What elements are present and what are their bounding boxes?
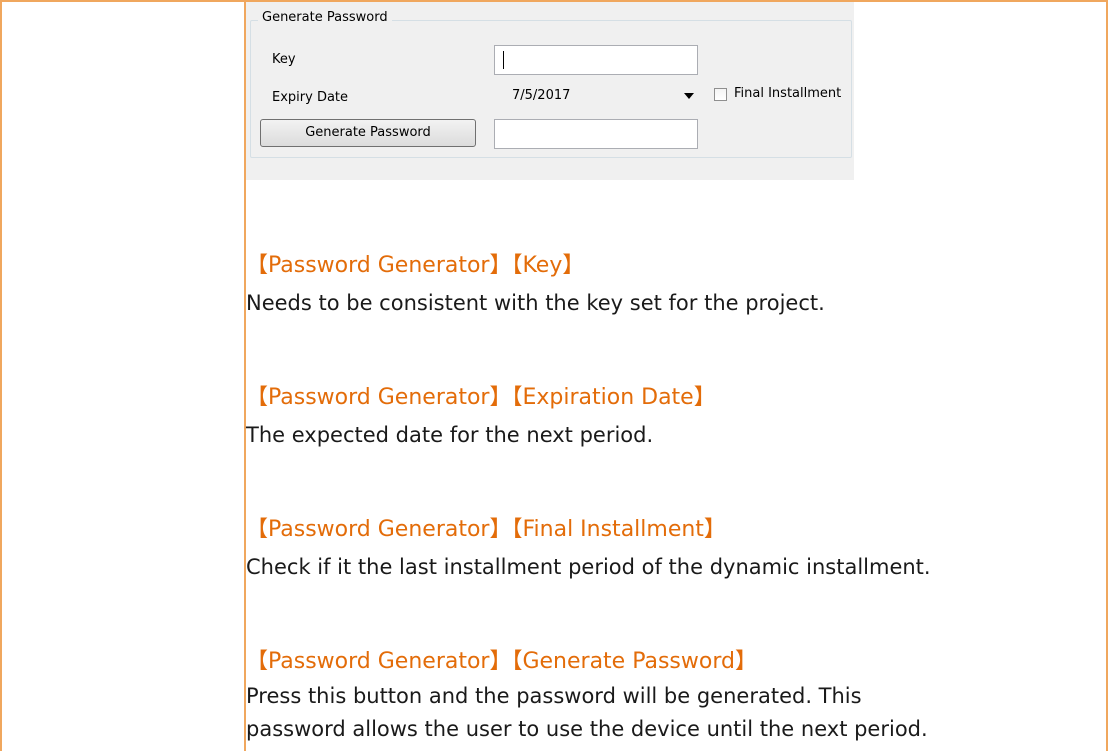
text-caret	[503, 51, 504, 69]
section-body-generate-password-line-2: password allows the user to use the devi…	[246, 717, 928, 741]
expiry-date-label: Expiry Date	[272, 90, 349, 105]
generated-password-field[interactable]	[494, 119, 698, 149]
section-heading-expiration-date: 【Password Generator】【Expiration Date】	[246, 385, 716, 410]
section-heading-generate-password: 【Password Generator】【Generate Password】	[246, 649, 757, 674]
generate-password-dialog-screenshot: Generate Password Key Expiry Date 7/5/20…	[246, 2, 854, 180]
section-body-generate-password-line-1: Press this button and the password will …	[246, 684, 862, 708]
table-border-left	[0, 0, 2, 751]
expiry-date-value: 7/5/2017	[512, 88, 571, 103]
section-body-key: Needs to be consistent with the key set …	[246, 291, 825, 315]
final-installment-checkbox[interactable]	[714, 88, 727, 101]
final-installment-label: Final Installment	[734, 86, 842, 101]
section-heading-key: 【Password Generator】【Key】	[246, 253, 585, 278]
groupbox-title: Generate Password	[258, 10, 392, 25]
expiry-date-picker[interactable]: 7/5/2017	[494, 82, 698, 110]
section-body-final-installment: Check if it the last installment period …	[246, 555, 931, 579]
section-body-expiration-date: The expected date for the next period.	[246, 423, 654, 447]
key-input[interactable]	[494, 45, 698, 75]
chevron-down-icon[interactable]	[684, 93, 694, 99]
key-label: Key	[272, 52, 296, 67]
generate-password-button[interactable]: Generate Password	[260, 119, 476, 147]
section-heading-final-installment: 【Password Generator】【Final Installment】	[246, 517, 726, 542]
